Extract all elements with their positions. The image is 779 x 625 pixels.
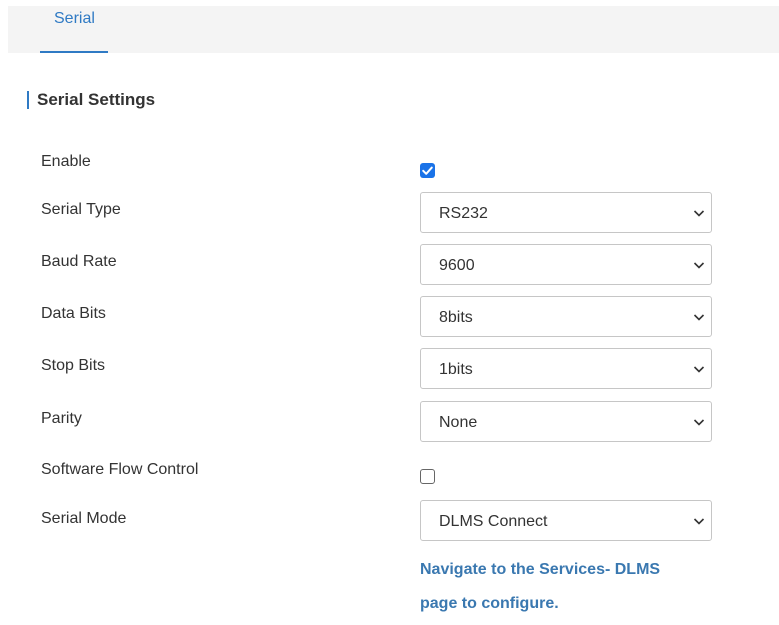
parity-label: Parity: [41, 410, 82, 427]
serial-type-select[interactable]: RS232: [420, 192, 712, 233]
software-flow-control-label: Software Flow Control: [41, 461, 199, 478]
chevron-down-icon: [693, 314, 705, 321]
data-bits-value: 8bits: [439, 309, 473, 326]
serial-type-value: RS232: [439, 205, 488, 222]
enable-checkbox[interactable]: [420, 163, 435, 178]
dlms-navigation-hint-line2[interactable]: page to configure.: [420, 595, 559, 613]
stop-bits-label: Stop Bits: [41, 357, 106, 374]
section-title: Serial Settings: [37, 90, 156, 109]
data-bits-select[interactable]: 8bits: [420, 296, 712, 337]
checkmark-icon: [422, 166, 433, 175]
software-flow-control-checkbox[interactable]: [420, 469, 435, 484]
dlms-navigation-hint-line1[interactable]: Navigate to the Services- DLMS: [420, 561, 660, 579]
tab-serial[interactable]: Serial: [40, 6, 108, 53]
baud-rate-label: Baud Rate: [41, 253, 117, 270]
chevron-down-icon: [693, 518, 705, 525]
parity-value: None: [439, 414, 478, 431]
chevron-down-icon: [693, 419, 705, 426]
tab-bar: Serial: [8, 6, 779, 53]
serial-settings-page: Serial Serial Settings Enable Serial Typ…: [0, 0, 779, 625]
data-bits-label: Data Bits: [41, 305, 106, 322]
baud-rate-select[interactable]: 9600: [420, 244, 712, 285]
serial-mode-select[interactable]: DLMS Connect: [420, 500, 712, 541]
parity-select[interactable]: None: [420, 401, 712, 442]
enable-label: Enable: [41, 153, 91, 170]
chevron-down-icon: [693, 366, 705, 373]
baud-rate-value: 9600: [439, 257, 475, 274]
serial-mode-label: Serial Mode: [41, 510, 127, 527]
chevron-down-icon: [693, 210, 705, 217]
serial-type-label: Serial Type: [41, 201, 121, 218]
chevron-down-icon: [693, 262, 705, 269]
section-accent-bar: [27, 91, 29, 109]
tab-serial-label: Serial: [54, 10, 95, 27]
serial-mode-value: DLMS Connect: [439, 513, 548, 530]
stop-bits-value: 1bits: [439, 361, 473, 378]
stop-bits-select[interactable]: 1bits: [420, 348, 712, 389]
